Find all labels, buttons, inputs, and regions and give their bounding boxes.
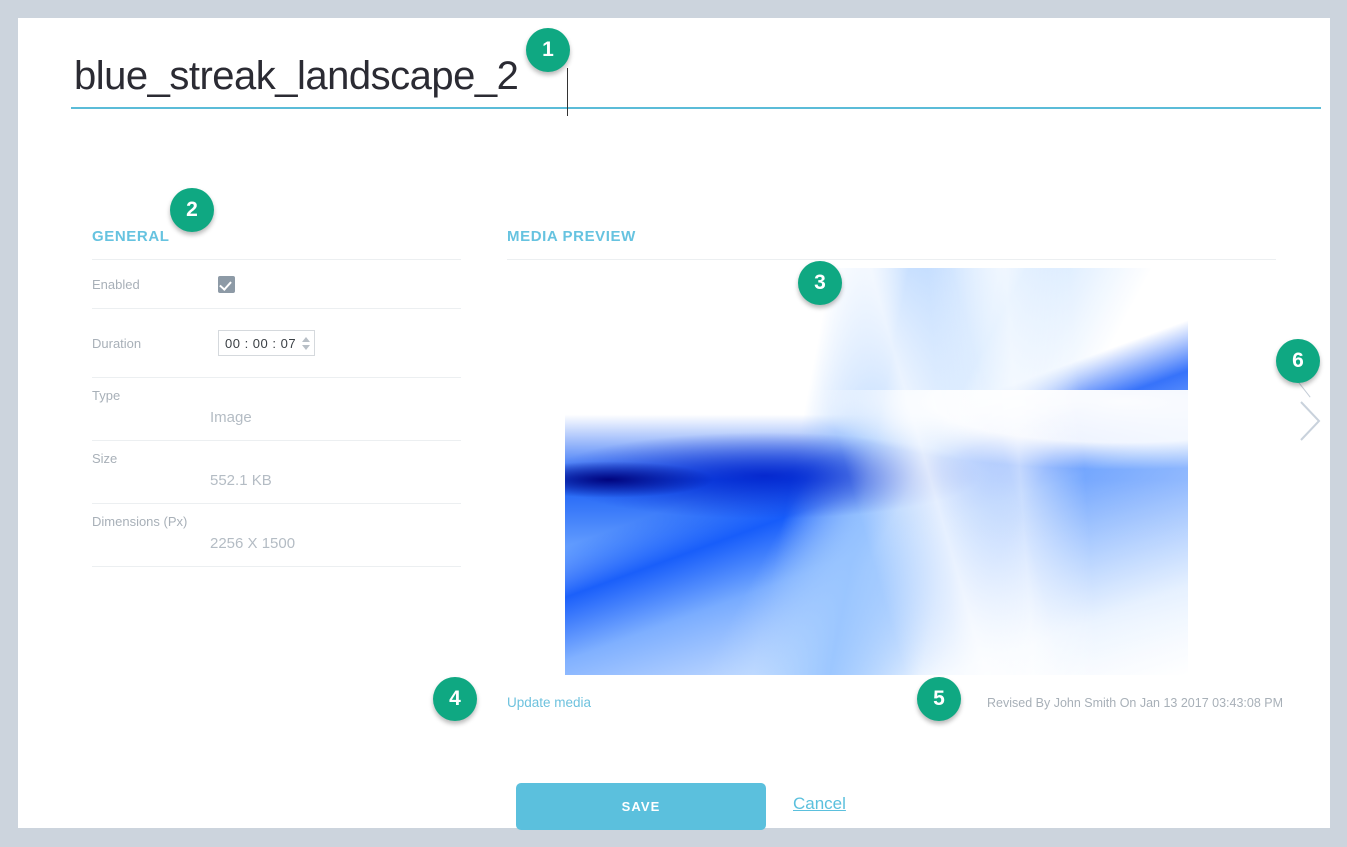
next-arrow-button[interactable]: [1296, 398, 1324, 444]
size-label: Size: [92, 451, 118, 466]
save-button[interactable]: SAVE: [516, 783, 766, 830]
form-row-type: Type Image: [92, 378, 461, 441]
enabled-checkbox[interactable]: [218, 275, 235, 293]
media-preview-divider: [507, 259, 1276, 260]
general-heading: GENERAL: [92, 228, 170, 245]
type-label: Type: [92, 388, 121, 403]
media-detail-card: GENERAL Enabled Duration 00 : 00 : 07: [18, 18, 1330, 830]
update-media-link[interactable]: Update media: [507, 695, 591, 710]
callout-badge-4: 4: [433, 677, 477, 721]
media-title-input[interactable]: [56, 54, 1286, 107]
callout-badge-2: 2: [170, 188, 214, 232]
callout-badge-5: 5: [917, 677, 961, 721]
form-row-size: Size 552.1 KB: [92, 441, 461, 504]
form-row-dimensions: Dimensions (Px) 2256 X 1500: [92, 504, 461, 567]
duration-value[interactable]: 00 : 00 : 07: [225, 336, 302, 351]
cancel-button[interactable]: Cancel: [793, 794, 846, 814]
media-preview-heading: MEDIA PREVIEW: [507, 228, 636, 245]
general-section: GENERAL Enabled Duration 00 : 00 : 07 Ty…: [92, 228, 461, 567]
duration-spinner-arrows: [302, 336, 312, 350]
callout-badge-6: 6: [1276, 339, 1320, 383]
callout-badge-3: 3: [798, 261, 842, 305]
title-underline: [71, 107, 1321, 109]
callout-badge-1: 1: [526, 28, 570, 72]
dimensions-value: 2256 X 1500: [210, 535, 296, 552]
revised-info: Revised By John Smith On Jan 13 2017 03:…: [987, 696, 1284, 710]
title-field-wrap: [56, 54, 1321, 116]
form-row-enabled: Enabled: [92, 260, 461, 309]
duration-stepper[interactable]: 00 : 00 : 07: [218, 330, 316, 356]
enabled-label: Enabled: [92, 276, 140, 292]
size-value: 552.1 KB: [210, 472, 272, 489]
spinner-down-icon[interactable]: [302, 344, 311, 350]
media-preview-section: MEDIA PREVIEW: [507, 228, 1276, 260]
media-preview-image: [565, 268, 1188, 675]
duration-label: Duration: [92, 335, 142, 351]
form-row-duration: Duration 00 : 00 : 07: [92, 309, 461, 378]
dimensions-label: Dimensions (Px): [92, 514, 188, 529]
chevron-right-icon: [1300, 401, 1321, 441]
type-value: Image: [210, 409, 252, 426]
spinner-up-icon[interactable]: [302, 336, 311, 342]
text-cursor: [567, 68, 568, 116]
